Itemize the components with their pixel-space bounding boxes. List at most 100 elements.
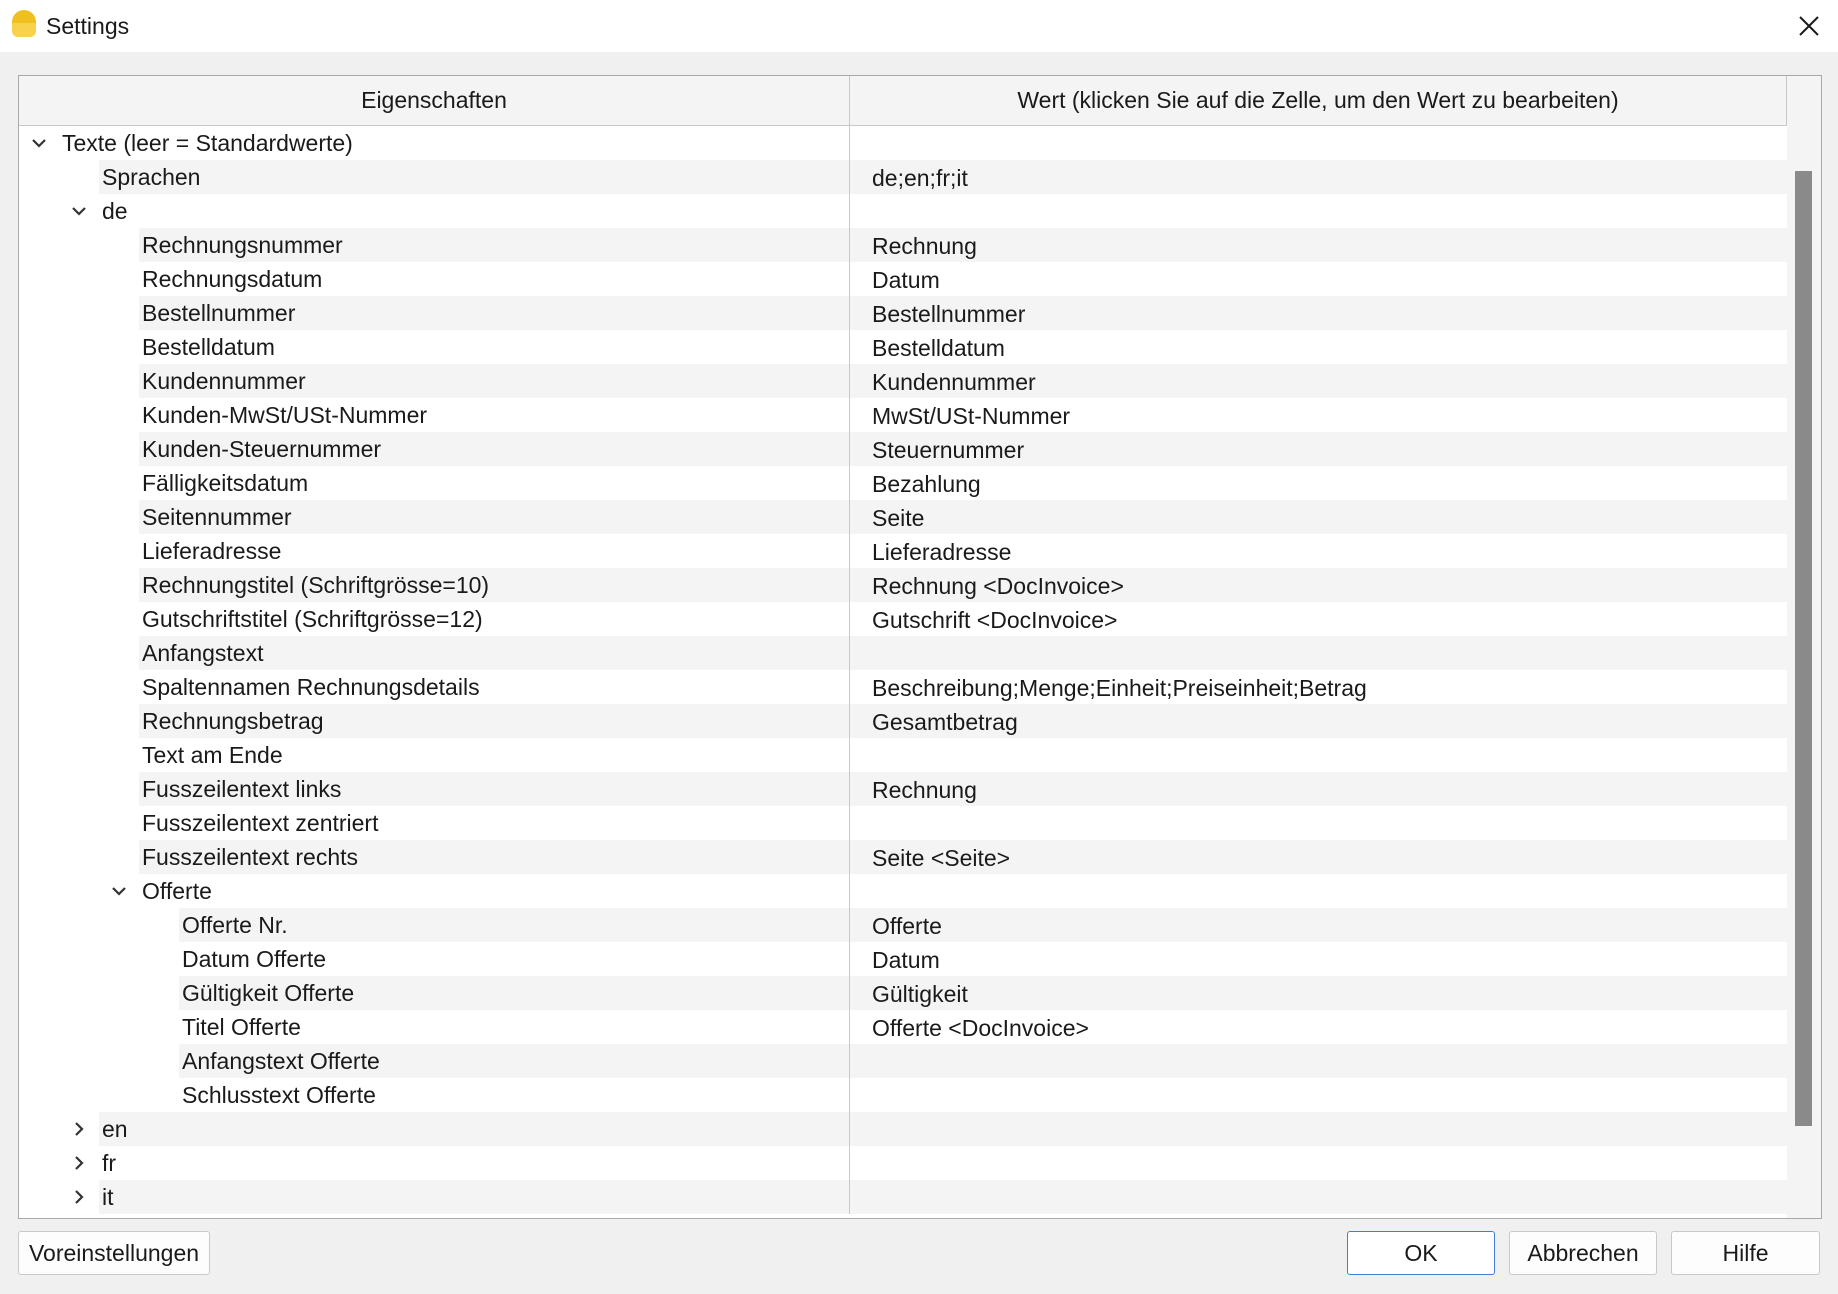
property-cell[interactable]: Lieferadresse — [19, 534, 850, 568]
tree-row[interactable]: Texte (leer = Standardwerte) — [19, 126, 1787, 160]
value-cell[interactable]: Offerte <DocInvoice> — [850, 1010, 1787, 1044]
chevron-right-icon[interactable] — [69, 1187, 89, 1207]
header-value[interactable]: Wert (klicken Sie auf die Zelle, um den … — [850, 76, 1787, 125]
value-cell[interactable] — [850, 1044, 1787, 1078]
property-cell[interactable]: Bestellnummer — [19, 296, 850, 330]
value-cell[interactable] — [850, 1078, 1787, 1112]
cancel-button[interactable]: Abbrechen — [1509, 1231, 1657, 1275]
tree-row[interactable]: en — [19, 1112, 1787, 1146]
value-cell[interactable]: Datum — [850, 942, 1787, 976]
property-cell[interactable]: Rechnungsbetrag — [19, 704, 850, 738]
value-cell[interactable]: Seite <Seite> — [850, 840, 1787, 874]
scrollbar-thumb[interactable] — [1795, 171, 1812, 1126]
tree-row[interactable]: Bestellnummer Bestellnummer — [19, 296, 1787, 330]
value-cell[interactable] — [850, 874, 1787, 908]
tree-row[interactable]: Kunden-MwSt/USt-Nummer MwSt/USt-Nummer — [19, 398, 1787, 432]
value-cell[interactable] — [850, 1112, 1787, 1146]
property-cell[interactable]: Sprachen — [19, 160, 850, 194]
property-cell[interactable]: Fusszeilentext links — [19, 772, 850, 806]
value-cell[interactable]: Bestellnummer — [850, 296, 1787, 330]
property-cell[interactable]: Rechnungstitel (Schriftgrösse=10) — [19, 568, 850, 602]
vertical-scrollbar[interactable] — [1787, 76, 1821, 1218]
value-cell[interactable]: de;en;fr;it — [850, 160, 1787, 194]
property-cell[interactable]: Gutschriftstitel (Schriftgrösse=12) — [19, 602, 850, 636]
tree-row[interactable]: Bestelldatum Bestelldatum — [19, 330, 1787, 364]
tree-row[interactable]: Titel Offerte Offerte <DocInvoice> — [19, 1010, 1787, 1044]
tree-row[interactable]: Rechnungsbetrag Gesamtbetrag — [19, 704, 1787, 738]
tree-row[interactable]: Fälligkeitsdatum Bezahlung — [19, 466, 1787, 500]
tree-row[interactable]: Kundennummer Kundennummer — [19, 364, 1787, 398]
property-cell[interactable]: de — [19, 194, 850, 228]
property-cell[interactable]: Datum Offerte — [19, 942, 850, 976]
value-cell[interactable]: Offerte — [850, 908, 1787, 942]
value-cell[interactable] — [850, 806, 1787, 840]
tree-row[interactable]: Spaltennamen Rechnungsdetails Beschreibun… — [19, 670, 1787, 704]
tree-row[interactable]: Datum Offerte Datum — [19, 942, 1787, 976]
chevron-down-icon[interactable] — [69, 201, 89, 221]
property-cell[interactable]: Spaltennamen Rechnungsdetails — [19, 670, 850, 704]
value-cell[interactable] — [850, 738, 1787, 772]
value-cell[interactable]: Bestelldatum — [850, 330, 1787, 364]
property-cell[interactable]: Anfangstext — [19, 636, 850, 670]
property-cell[interactable]: Offerte Nr. — [19, 908, 850, 942]
property-cell[interactable]: Rechnungsdatum — [19, 262, 850, 296]
value-cell[interactable] — [850, 636, 1787, 670]
value-cell[interactable] — [850, 194, 1787, 228]
value-cell[interactable]: Seite — [850, 500, 1787, 534]
value-cell[interactable] — [850, 1180, 1787, 1214]
value-cell[interactable] — [850, 1146, 1787, 1180]
property-cell[interactable]: Fusszeilentext rechts — [19, 840, 850, 874]
tree-row[interactable]: Rechnungsnummer Rechnung — [19, 228, 1787, 262]
tree-row[interactable]: Rechnungsdatum Datum — [19, 262, 1787, 296]
header-properties[interactable]: Eigenschaften — [19, 76, 850, 125]
tree-row[interactable]: Fusszeilentext rechts Seite <Seite> — [19, 840, 1787, 874]
tree-row[interactable]: Kunden-Steuernummer Steuernummer — [19, 432, 1787, 466]
tree-row[interactable]: Anfangstext — [19, 636, 1787, 670]
value-cell[interactable]: Steuernummer — [850, 432, 1787, 466]
property-cell[interactable]: Bestelldatum — [19, 330, 850, 364]
value-cell[interactable]: Rechnung — [850, 772, 1787, 806]
property-cell[interactable]: Fälligkeitsdatum — [19, 466, 850, 500]
property-cell[interactable]: Offerte — [19, 874, 850, 908]
property-cell[interactable]: fr — [19, 1146, 850, 1180]
close-button[interactable] — [1780, 0, 1838, 52]
tree-row[interactable]: Offerte — [19, 874, 1787, 908]
property-cell[interactable]: Kunden-MwSt/USt-Nummer — [19, 398, 850, 432]
tree-row[interactable]: it — [19, 1180, 1787, 1214]
property-cell[interactable]: Rechnungsnummer — [19, 228, 850, 262]
property-cell[interactable]: it — [19, 1180, 850, 1214]
property-cell[interactable]: en — [19, 1112, 850, 1146]
tree-row[interactable]: Gültigkeit Offerte Gültigkeit — [19, 976, 1787, 1010]
tree-row[interactable]: Fusszeilentext links Rechnung — [19, 772, 1787, 806]
chevron-down-icon[interactable] — [29, 133, 49, 153]
tree-row[interactable]: Anfangstext Offerte — [19, 1044, 1787, 1078]
tree-row[interactable]: Fusszeilentext zentriert — [19, 806, 1787, 840]
tree-row[interactable]: Gutschriftstitel (Schriftgrösse=12) Gutsc… — [19, 602, 1787, 636]
property-cell[interactable]: Kundennummer — [19, 364, 850, 398]
chevron-right-icon[interactable] — [69, 1153, 89, 1173]
tree-row[interactable]: Schlusstext Offerte — [19, 1078, 1787, 1112]
property-cell[interactable]: Kunden-Steuernummer — [19, 432, 850, 466]
help-button[interactable]: Hilfe — [1671, 1231, 1820, 1275]
value-cell[interactable]: MwSt/USt-Nummer — [850, 398, 1787, 432]
value-cell[interactable] — [850, 126, 1787, 160]
property-cell[interactable]: Schlusstext Offerte — [19, 1078, 850, 1112]
value-cell[interactable]: Beschreibung;Menge;Einheit;Preiseinheit;… — [850, 670, 1787, 704]
value-cell[interactable]: Rechnung — [850, 228, 1787, 262]
chevron-down-icon[interactable] — [109, 881, 129, 901]
ok-button[interactable]: OK — [1347, 1231, 1495, 1275]
property-cell[interactable]: Gültigkeit Offerte — [19, 976, 850, 1010]
value-cell[interactable]: Lieferadresse — [850, 534, 1787, 568]
tree-row[interactable]: Seitennummer Seite — [19, 500, 1787, 534]
defaults-button[interactable]: Voreinstellungen — [18, 1231, 210, 1275]
value-cell[interactable]: Rechnung <DocInvoice> — [850, 568, 1787, 602]
value-cell[interactable]: Datum — [850, 262, 1787, 296]
value-cell[interactable]: Kundennummer — [850, 364, 1787, 398]
tree-row[interactable]: fr — [19, 1146, 1787, 1180]
value-cell[interactable]: Gesamtbetrag — [850, 704, 1787, 738]
tree-row[interactable]: Sprachen de;en;fr;it — [19, 160, 1787, 194]
value-cell[interactable]: Bezahlung — [850, 466, 1787, 500]
chevron-right-icon[interactable] — [69, 1119, 89, 1139]
tree-row[interactable]: Offerte Nr. Offerte — [19, 908, 1787, 942]
property-cell[interactable]: Anfangstext Offerte — [19, 1044, 850, 1078]
